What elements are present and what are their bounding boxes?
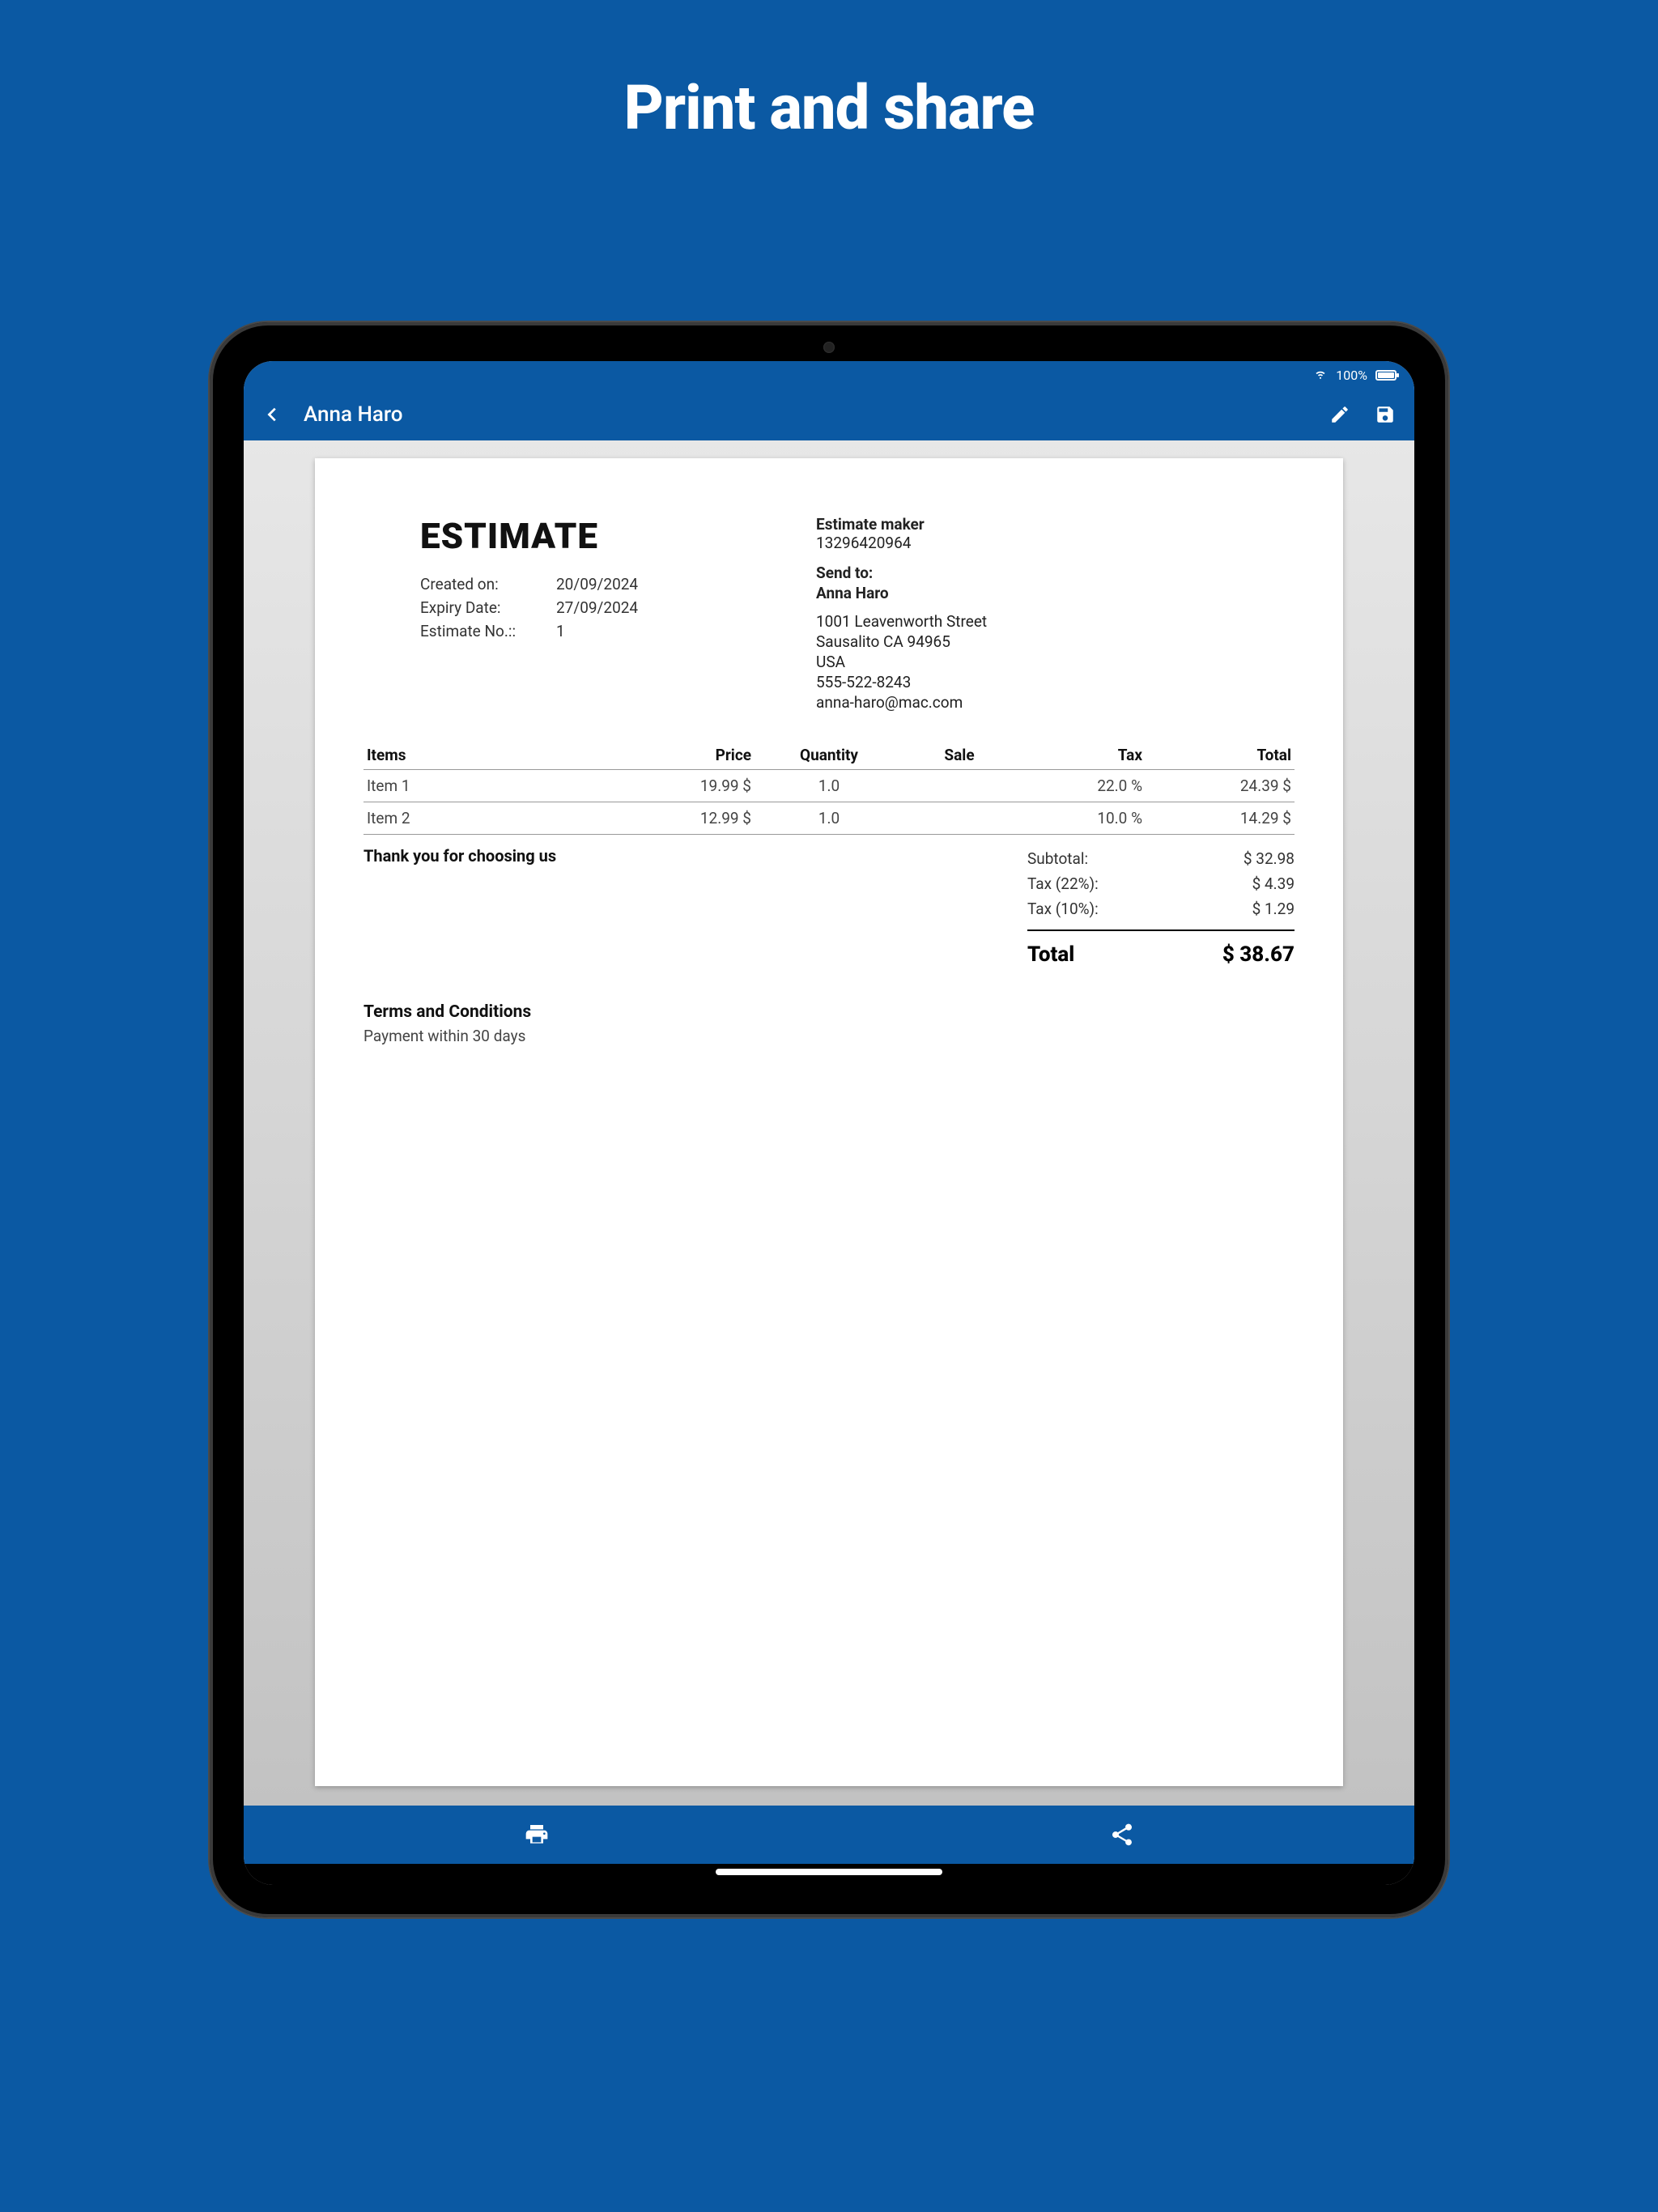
recipient-country: USA (816, 653, 1295, 671)
document-title: ESTIMATE (420, 515, 792, 557)
estimate-document: ESTIMATE Created on: 20/09/2024 Expiry D… (315, 458, 1343, 1786)
bottom-action-bar (244, 1806, 1414, 1864)
app-bar: Anna Haro (244, 389, 1414, 440)
thanks-line: Thank you for choosing us (363, 846, 1027, 970)
back-button[interactable] (258, 400, 287, 429)
tablet-frame: 100% Anna Haro ESTIMATE (210, 322, 1448, 1917)
recipient-phone: 555-522-8243 (816, 673, 1295, 691)
sender-id: 13296420964 (816, 534, 1295, 552)
appbar-title: Anna Haro (304, 402, 403, 427)
meta-number: Estimate No.:: 1 (420, 622, 792, 640)
meta-expiry: Expiry Date: 27/09/2024 (420, 598, 792, 617)
table-row: Item 2 12.99 $ 1.0 10.0 % 14.29 $ (363, 802, 1295, 835)
camera-dot (823, 342, 835, 353)
col-qty: Quantity (755, 741, 903, 770)
home-indicator (244, 1864, 1414, 1885)
items-table: Items Price Quantity Sale Tax Total Item… (363, 741, 1295, 835)
send-to-label: Send to: (816, 564, 1295, 582)
battery-percent: 100% (1336, 368, 1367, 383)
battery-icon (1375, 370, 1397, 381)
print-button[interactable] (244, 1806, 829, 1864)
sender-name: Estimate maker (816, 515, 1295, 534)
screen: 100% Anna Haro ESTIMATE (244, 361, 1414, 1885)
save-button[interactable] (1371, 400, 1400, 429)
wifi-icon (1313, 368, 1328, 383)
promo-title: Print and share (624, 71, 1035, 144)
status-bar: 100% (244, 361, 1414, 389)
recipient-addr1: 1001 Leavenworth Street (816, 612, 1295, 631)
col-tax: Tax (1015, 741, 1146, 770)
edit-button[interactable] (1325, 400, 1354, 429)
terms-body: Payment within 30 days (363, 1027, 1295, 1045)
recipient-name: Anna Haro (816, 584, 1295, 602)
col-price: Price (624, 741, 755, 770)
summary-block: Subtotal:$ 32.98 Tax (22%):$ 4.39 Tax (1… (1027, 846, 1295, 970)
col-total: Total (1146, 741, 1295, 770)
share-button[interactable] (829, 1806, 1414, 1864)
col-sale: Sale (903, 741, 1015, 770)
recipient-email: anna-haro@mac.com (816, 693, 1295, 712)
terms-block: Terms and Conditions Payment within 30 d… (363, 1002, 1295, 1045)
document-preview-area[interactable]: ESTIMATE Created on: 20/09/2024 Expiry D… (244, 440, 1414, 1806)
table-row: Item 1 19.99 $ 1.0 22.0 % 24.39 $ (363, 770, 1295, 802)
col-items: Items (363, 741, 624, 770)
terms-title: Terms and Conditions (363, 1002, 1295, 1022)
recipient-addr2: Sausalito CA 94965 (816, 632, 1295, 651)
meta-created: Created on: 20/09/2024 (420, 575, 792, 593)
